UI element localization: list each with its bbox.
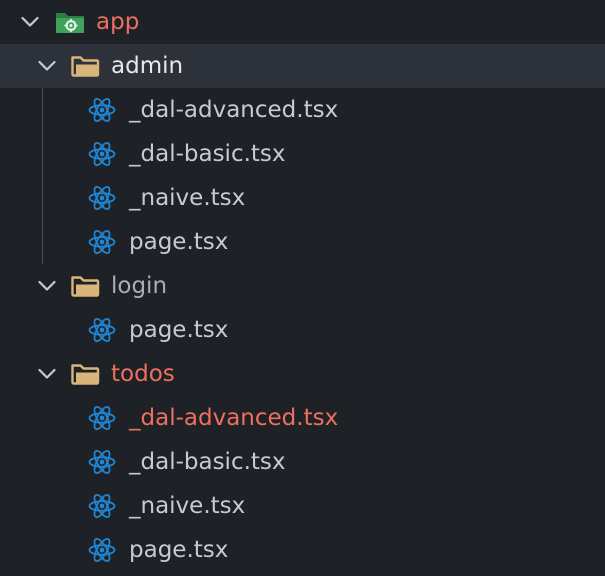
react-icon xyxy=(88,184,116,212)
react-icon xyxy=(88,536,116,564)
react-icon xyxy=(88,316,116,344)
react-icon xyxy=(88,448,116,476)
tree-folder-login[interactable]: login xyxy=(0,264,605,308)
tree-file-login-page[interactable]: page.tsx xyxy=(0,308,605,352)
file-explorer-tree: app admin _dal-advanced.tsx _dal-basic.t… xyxy=(0,0,605,576)
tree-folder-label-admin: admin xyxy=(111,53,184,79)
tree-file-label: page.tsx xyxy=(129,537,229,563)
tree-file-label: _dal-advanced.tsx xyxy=(129,405,339,431)
react-icon xyxy=(88,96,116,124)
tree-folder-label-login: login xyxy=(111,273,168,299)
tree-file-todos-naive[interactable]: _naive.tsx xyxy=(0,484,605,528)
tree-file-label: _naive.tsx xyxy=(129,185,246,211)
folder-open-icon xyxy=(69,53,101,79)
react-icon xyxy=(88,404,116,432)
tree-file-todos-dal-basic[interactable]: _dal-basic.tsx xyxy=(0,440,605,484)
tree-folder-label-app: app xyxy=(96,9,140,35)
tree-file-admin-dal-basic[interactable]: _dal-basic.tsx xyxy=(0,132,605,176)
tree-file-label: _naive.tsx xyxy=(129,493,246,519)
folder-open-icon xyxy=(69,361,101,387)
tree-file-label: _dal-basic.tsx xyxy=(129,141,286,167)
tree-file-label: _dal-basic.tsx xyxy=(129,449,286,475)
chevron-down-icon[interactable] xyxy=(37,276,57,296)
tree-file-label: page.tsx xyxy=(129,229,229,255)
chevron-down-icon[interactable] xyxy=(37,364,57,384)
tree-file-label: _dal-advanced.tsx xyxy=(129,97,339,123)
tree-file-admin-page[interactable]: page.tsx xyxy=(0,220,605,264)
app-folder-icon xyxy=(54,9,86,35)
react-icon xyxy=(88,228,116,256)
tree-folder-label-todos: todos xyxy=(111,361,175,387)
tree-folder-admin[interactable]: admin xyxy=(0,44,605,88)
tree-folder-app[interactable]: app xyxy=(0,0,605,44)
chevron-down-icon[interactable] xyxy=(20,12,40,32)
react-icon xyxy=(88,492,116,520)
tree-file-admin-naive[interactable]: _naive.tsx xyxy=(0,176,605,220)
folder-open-icon xyxy=(69,273,101,299)
tree-folder-todos[interactable]: todos xyxy=(0,352,605,396)
tree-file-admin-dal-advanced[interactable]: _dal-advanced.tsx xyxy=(0,88,605,132)
react-icon xyxy=(88,140,116,168)
tree-file-todos-page[interactable]: page.tsx xyxy=(0,528,605,572)
tree-file-todos-dal-advanced[interactable]: _dal-advanced.tsx xyxy=(0,396,605,440)
tree-file-label: page.tsx xyxy=(129,317,229,343)
chevron-down-icon[interactable] xyxy=(37,56,57,76)
